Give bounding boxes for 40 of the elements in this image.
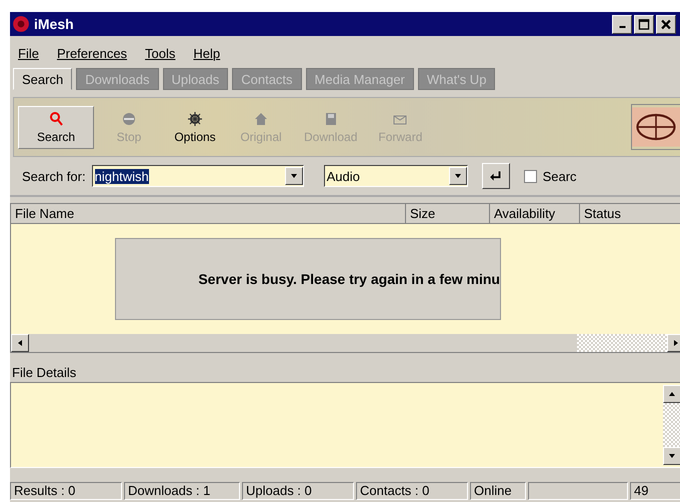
status-text: Uploads : 0: [242, 482, 354, 500]
menu-item[interactable]: File: [18, 46, 39, 61]
status-text: Online: [470, 482, 526, 500]
options-button[interactable]: Options: [164, 106, 226, 148]
busy-message: Server is busy. Please try again in a few minu: [115, 238, 501, 320]
checkbox-label: Searc: [542, 168, 577, 184]
status-text: Contacts : 0: [356, 482, 468, 500]
type-dropdown[interactable]: Audio: [324, 165, 468, 187]
scroll-left-icon[interactable]: [11, 334, 29, 352]
globe-logo-icon: [631, 104, 680, 150]
checkbox[interactable]: [524, 170, 537, 182]
menu-item[interactable]: Tools: [145, 46, 176, 61]
logo-icon: [12, 15, 30, 33]
maximize-icon: [637, 18, 651, 30]
stop-icon: [121, 110, 137, 126]
close-button[interactable]: [656, 14, 676, 34]
search-label: Search for:: [22, 168, 86, 184]
search-field[interactable]: nightwish: [92, 165, 304, 187]
menu-item[interactable]: Preferences: [56, 46, 128, 61]
status-text: Results : 0: [10, 482, 122, 500]
scroll-right-icon[interactable]: [667, 334, 680, 352]
details-label: File Details: [11, 364, 78, 382]
menu-item[interactable]: Help: [193, 46, 220, 61]
status-text: 49: [630, 482, 680, 500]
gear-icon: [187, 110, 203, 126]
horizontal-scrollbar[interactable]: [11, 334, 680, 352]
house-icon: [253, 110, 269, 126]
scroll-down-icon[interactable]: [663, 447, 680, 465]
search-icon: [48, 110, 64, 126]
enter-button[interactable]: [482, 163, 510, 189]
scroll-up-icon[interactable]: [663, 385, 680, 403]
search-button[interactable]: Search: [18, 106, 94, 148]
close-icon: [659, 18, 673, 30]
vertical-scrollbar[interactable]: [661, 383, 680, 467]
tab[interactable]: Search: [13, 68, 72, 90]
status-text: Downloads : 1: [124, 482, 240, 500]
window-title: iMesh: [34, 16, 74, 32]
minimize-button[interactable]: [612, 14, 632, 34]
minimize-icon: [618, 26, 626, 28]
maximize-button[interactable]: [634, 14, 654, 34]
